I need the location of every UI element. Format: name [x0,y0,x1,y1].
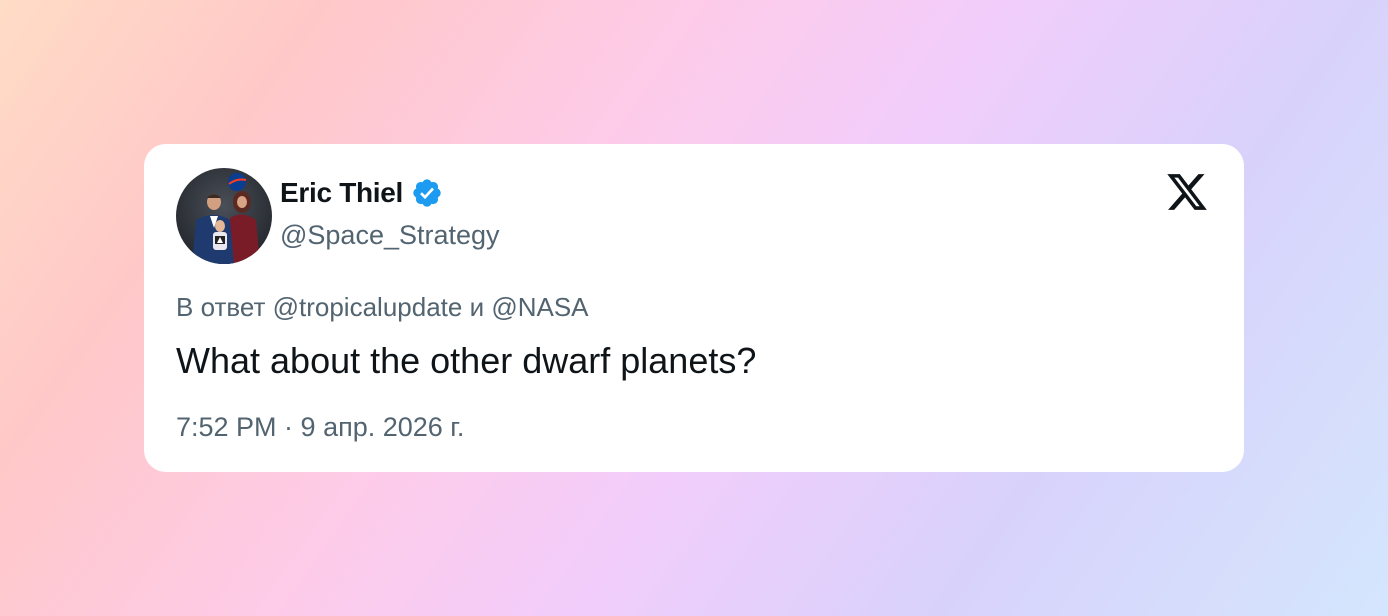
reply-context: В ответ @tropicalupdate и @NASA [176,292,589,322]
tweet-text: What about the other dwarf planets? [176,340,757,381]
author-handle[interactable]: @Space_Strategy [280,220,500,251]
avatar-image [176,168,272,264]
author-row: Eric Thiel [280,176,443,210]
avatar[interactable] [176,168,272,264]
verified-badge-icon [413,179,441,207]
tweet-timestamp[interactable]: 7:52 PM · 9 апр. 2026 г. [176,412,464,443]
author-name[interactable]: Eric Thiel [280,177,403,209]
tweet-card: Eric Thiel @Space_Strategy В ответ @trop… [144,144,1244,472]
x-logo-icon[interactable] [1164,170,1210,214]
